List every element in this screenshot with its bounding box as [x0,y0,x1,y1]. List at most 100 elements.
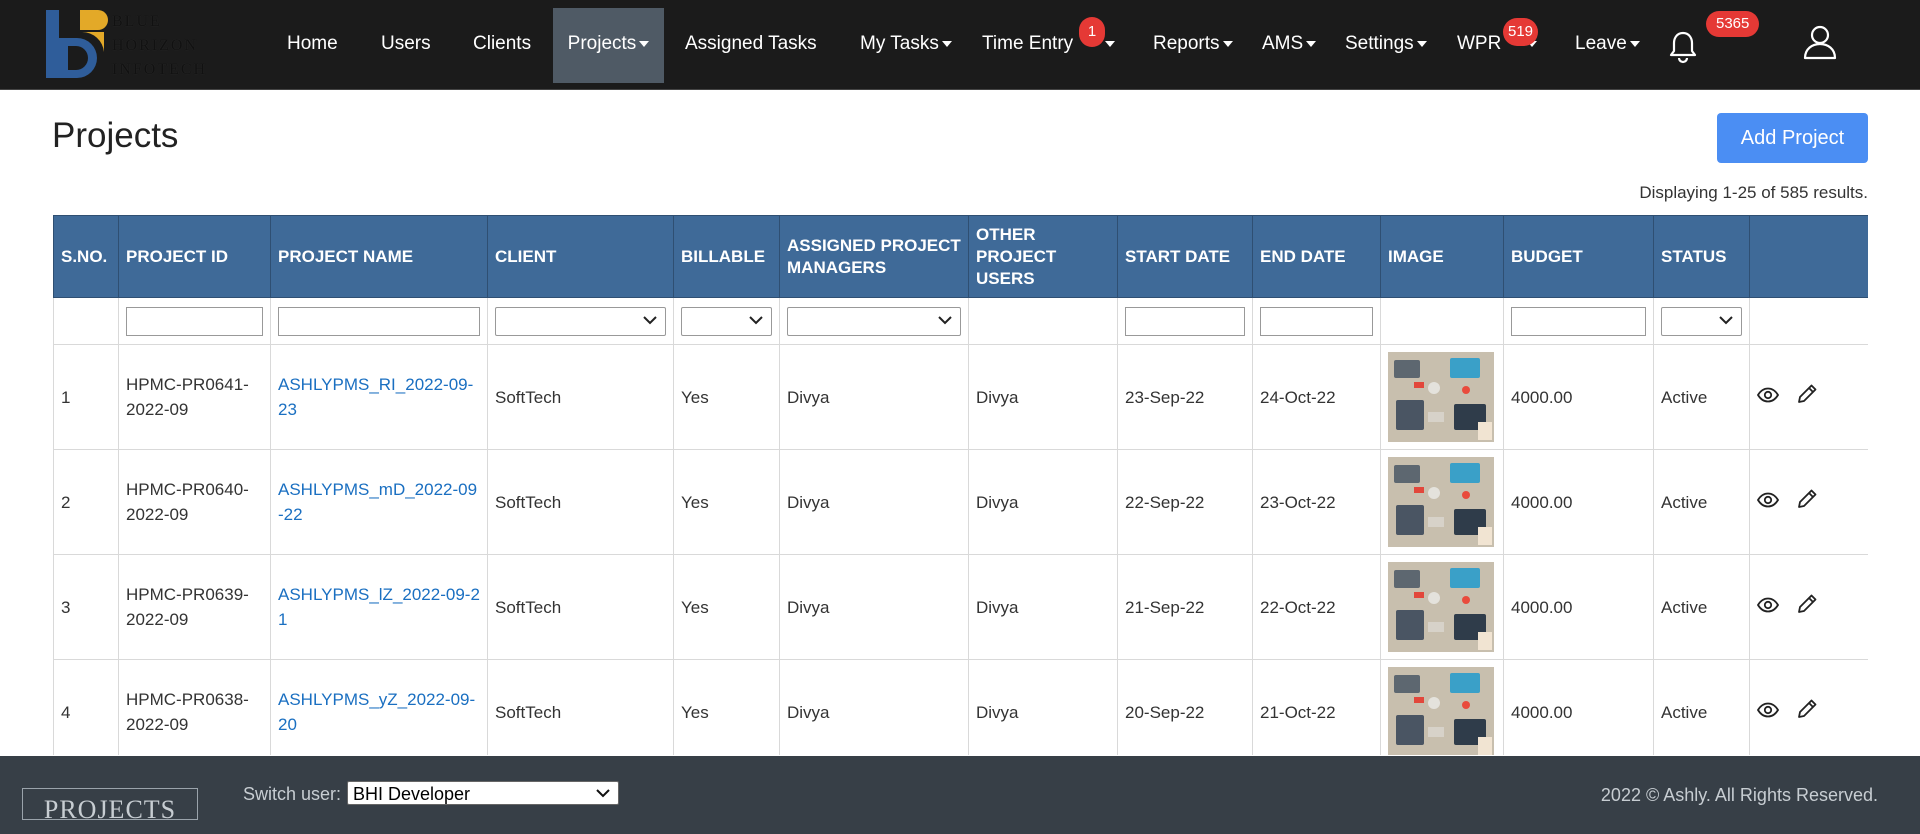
cell-project-id: HPMC-PR0638-2022-09 [118,659,271,755]
cell-end-date: 24-Oct-22 [1252,344,1381,450]
filter-cell [270,297,488,345]
nav-users[interactable]: Users [381,0,431,89]
filter-cell [1117,297,1253,345]
project-name-link[interactable]: ASHLYPMS_yZ_2022-09-20 [278,690,475,734]
copyright-text: 2022 © Ashly. All Rights Reserved. [1600,785,1878,805]
edit-pencil-icon [1797,384,1817,403]
nav-label: Clients [473,33,532,54]
table-row: 3 HPMC-PR0639-2022-09 ASHLYPMS_lZ_2022-0… [53,554,1868,660]
filter-client-select[interactable] [495,306,666,336]
cell-managers: Divya [779,344,969,450]
project-thumbnail-image [1388,457,1494,547]
chevron-down-icon [596,789,610,798]
filter-status-select[interactable] [1661,306,1742,336]
table-header-row: S.NO. PROJECT ID PROJECT NAME CLIENT BIL… [53,215,1868,298]
cell-other-users: Divya [968,449,1118,555]
nav-label: Leave [1575,33,1627,54]
chevron-down-icon [941,40,952,47]
table-row: 1 HPMC-PR0641-2022-09 ASHLYPMS_RI_2022-0… [53,344,1868,450]
cell-billable: Yes [673,344,780,450]
filter-billable-select[interactable] [681,306,772,336]
column-header-billable[interactable]: BILLABLE [673,215,780,298]
view-eye-icon [1756,702,1780,717]
cell-status: Active [1653,449,1750,555]
cell-image [1380,449,1504,555]
nav-label: WPR [1457,33,1502,54]
nav-ams[interactable]: AMS [1262,0,1317,89]
nav-reports[interactable]: Reports [1153,0,1233,89]
column-header-start-date[interactable]: START DATE [1117,215,1253,298]
cell-status: Active [1653,554,1750,660]
page-footer: PROJECTS Switch user: BHI Developer 2022… [0,756,1920,834]
notifications-button[interactable] [1668,30,1698,69]
cell-billable: Yes [673,449,780,555]
edit-button[interactable] [1796,698,1818,727]
nav-my-tasks[interactable]: My Tasks [860,0,952,89]
column-header-client[interactable]: CLIENT [487,215,674,298]
filter-cell [779,297,969,345]
column-header-sno[interactable]: S.NO. [53,215,119,298]
filter-project-id-input[interactable] [126,306,263,336]
edit-button[interactable] [1796,593,1818,622]
user-menu-button[interactable] [1802,24,1838,65]
nav-home[interactable]: Home [287,0,338,89]
project-thumbnail-image [1388,667,1494,755]
project-thumbnail-image [1388,562,1494,652]
filter-start-date-input[interactable] [1125,306,1245,336]
filter-cell [1653,297,1750,345]
cell-end-date: 21-Oct-22 [1252,659,1381,755]
cell-start-date: 22-Sep-22 [1117,449,1253,555]
filter-cell-empty [53,297,119,345]
page-title: Projects [52,116,179,155]
view-button[interactable] [1756,700,1780,725]
project-name-link[interactable]: ASHLYPMS_lZ_2022-09-21 [278,585,480,629]
cell-other-users: Divya [968,554,1118,660]
column-header-project-id[interactable]: PROJECT ID [118,215,271,298]
column-header-other-users[interactable]: OTHER PROJECT USERS [968,215,1118,298]
footer-logo: PROJECTS [22,788,198,820]
cell-end-date: 22-Oct-22 [1252,554,1381,660]
cell-budget: 4000.00 [1503,659,1654,755]
view-button[interactable] [1756,385,1780,410]
filter-end-date-input[interactable] [1260,306,1373,336]
cell-managers: Divya [779,554,969,660]
cell-actions [1749,344,1868,450]
nav-leave[interactable]: Leave [1575,0,1640,89]
brand-logo[interactable]: BLUE HORIZON INFOTECH [40,6,210,86]
filter-cell [673,297,780,345]
view-button[interactable] [1756,490,1780,515]
chevron-down-icon [1629,40,1640,47]
filter-budget-input[interactable] [1511,306,1646,336]
nav-settings[interactable]: Settings [1345,0,1427,89]
notifications-badge: 5365 [1706,11,1760,37]
nav-assigned-tasks[interactable]: Assigned Tasks [685,0,817,89]
view-button[interactable] [1756,595,1780,620]
column-header-status[interactable]: STATUS [1653,215,1750,298]
filter-project-name-input[interactable] [278,306,480,336]
nav-projects[interactable]: Projects [553,8,664,83]
filter-cell-empty [1749,297,1868,345]
cell-image [1380,554,1504,660]
project-name-link[interactable]: ASHLYPMS_RI_2022-09-23 [278,375,473,419]
column-header-managers[interactable]: ASSIGNED PROJECT MANAGERS [779,215,969,298]
brand-name-line: INFOTECH [112,61,208,78]
edit-button[interactable] [1796,383,1818,412]
switch-user-select[interactable]: BHI Developer [347,781,619,805]
filter-managers-select[interactable] [787,306,961,336]
column-header-end-date[interactable]: END DATE [1252,215,1381,298]
edit-button[interactable] [1796,488,1818,517]
brand-name-line: BLUE [112,13,162,30]
nav-label: Assigned Tasks [685,33,817,54]
chevron-down-icon [643,315,657,324]
table-row: 2 HPMC-PR0640-2022-09 ASHLYPMS_mD_2022-0… [53,449,1868,555]
nav-label: Home [287,33,338,54]
column-header-project-name[interactable]: PROJECT NAME [270,215,488,298]
bell-icon [1669,31,1697,64]
chevron-down-icon [1306,40,1317,47]
project-name-link[interactable]: ASHLYPMS_mD_2022-09-22 [278,480,477,524]
add-project-button[interactable]: Add Project [1717,113,1868,163]
nav-clients[interactable]: Clients [473,0,531,89]
chevron-down-icon [1416,40,1427,47]
filter-row [53,297,1868,345]
column-header-budget[interactable]: BUDGET [1503,215,1654,298]
